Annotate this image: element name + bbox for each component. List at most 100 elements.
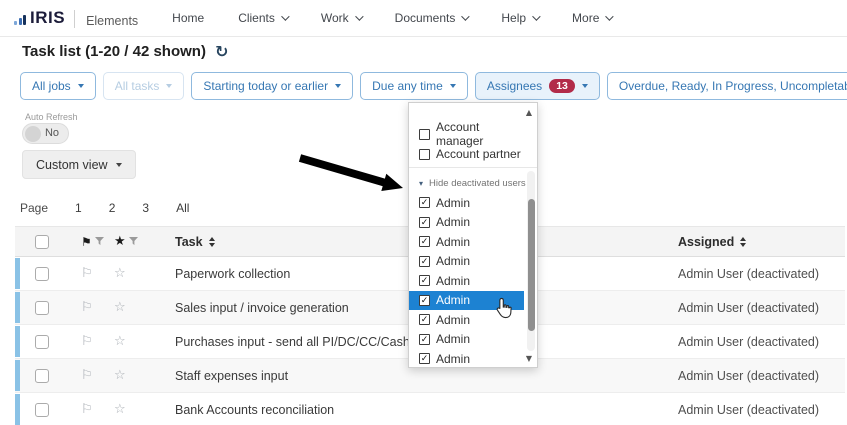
caret-down-icon (582, 84, 588, 88)
flag-filter-icon[interactable] (95, 237, 104, 246)
nav-item-help[interactable]: Help (501, 11, 538, 25)
row-status-stripe (15, 258, 20, 289)
dropdown-divider (409, 167, 537, 168)
annotation-arrow (295, 146, 410, 198)
iris-logo[interactable]: IRIS Elements (14, 8, 138, 28)
flag-outline-icon[interactable]: ⚐ (81, 368, 93, 383)
checkbox-unchecked (419, 129, 430, 140)
logo-divider (74, 10, 75, 28)
caret-down-icon (166, 84, 172, 88)
assignees-count-badge: 13 (549, 79, 575, 94)
toggle-knob (25, 126, 41, 142)
auto-refresh-toggle[interactable]: No (22, 123, 69, 144)
flag-outline-icon[interactable]: ⚐ (81, 402, 93, 417)
logo-product-name: Elements (86, 14, 138, 28)
assignees-dropdown: ▲ Account manager Account partner ▾ Hide… (408, 102, 538, 368)
flag-icon[interactable]: ⚑ (81, 235, 92, 249)
row-status-stripe (15, 394, 20, 425)
caret-down-icon (116, 163, 122, 167)
checkbox-checked: ✓ (419, 217, 430, 228)
hide-deactivated-users-toggle[interactable]: ▾ Hide deactivated users (409, 175, 526, 192)
iris-bars-icon (14, 15, 26, 28)
row-checkbox[interactable] (35, 403, 49, 417)
star-outline-icon[interactable]: ☆ (114, 334, 126, 349)
select-all-checkbox[interactable] (35, 235, 49, 249)
row-checkbox[interactable] (35, 267, 49, 281)
star-outline-icon[interactable]: ☆ (114, 266, 126, 281)
nav-item-documents[interactable]: Documents (395, 11, 468, 25)
star-outline-icon[interactable]: ☆ (114, 368, 126, 383)
star-filter-icon[interactable] (129, 237, 138, 246)
dropdown-item-admin[interactable]: ✓Admin (409, 252, 524, 272)
row-checkbox[interactable] (35, 369, 49, 383)
checkbox-checked: ✓ (419, 275, 430, 286)
dropdown-item-account-partner[interactable]: Account partner (409, 145, 524, 163)
sort-icon (209, 237, 215, 247)
flag-outline-icon[interactable]: ⚐ (81, 300, 93, 315)
dropdown-item-admin[interactable]: ✓Admin (409, 349, 524, 369)
pagination: Page 1 2 3 All (20, 201, 189, 215)
scroll-up-icon[interactable]: ▲ (526, 108, 532, 117)
dropdown-item-admin[interactable]: ✓Admin (409, 330, 524, 350)
assigned-user: Admin User (deactivated) (678, 325, 819, 358)
row-checkbox[interactable] (35, 335, 49, 349)
dropdown-item-admin[interactable]: ✓Admin (409, 213, 524, 233)
starting-filter-button[interactable]: Starting today or earlier (191, 72, 353, 100)
chevron-down-icon (606, 12, 614, 20)
chevron-down-icon (281, 12, 289, 20)
checkbox-checked: ✓ (419, 256, 430, 267)
nav-item-clients[interactable]: Clients (238, 11, 287, 25)
row-checkbox[interactable] (35, 301, 49, 315)
caret-down-icon (335, 84, 341, 88)
star-outline-icon[interactable]: ☆ (114, 300, 126, 315)
assigned-user: Admin User (deactivated) (678, 257, 819, 290)
due-filter-button[interactable]: Due any time (360, 72, 468, 100)
dropdown-item-admin[interactable]: ✓Admin (409, 193, 524, 213)
dropdown-item-account-manager[interactable]: Account manager (409, 125, 524, 143)
checkbox-checked: ✓ (419, 236, 430, 247)
star-icon[interactable]: ★ (114, 234, 126, 249)
assigned-user: Admin User (deactivated) (678, 291, 819, 324)
chevron-down-icon (532, 12, 540, 20)
flag-outline-icon[interactable]: ⚐ (81, 334, 93, 349)
assigned-column-header[interactable]: Assigned (678, 227, 746, 256)
chevron-down-icon (462, 12, 470, 20)
checkbox-unchecked (419, 149, 430, 160)
task-name[interactable]: Bank Accounts reconciliation (175, 393, 334, 425)
nav-item-work[interactable]: Work (321, 11, 361, 25)
nav-item-more[interactable]: More (572, 11, 611, 25)
auto-refresh-label: Auto Refresh (25, 112, 78, 122)
chevron-down-icon (355, 12, 363, 20)
nav-item-home[interactable]: Home (172, 11, 204, 25)
all-jobs-filter-button[interactable]: All jobs (20, 72, 96, 100)
section-caret-icon: ▾ (419, 179, 423, 188)
caret-down-icon (78, 84, 84, 88)
status-filter-button[interactable]: Overdue, Ready, In Progress, Uncompletab… (607, 72, 847, 100)
top-navigation: IRIS Elements Home Clients Work Document… (0, 0, 847, 37)
checkbox-checked: ✓ (419, 334, 430, 345)
toggle-value: No (45, 127, 59, 139)
scroll-down-icon[interactable]: ▼ (526, 354, 532, 363)
flag-outline-icon[interactable]: ⚐ (81, 266, 93, 281)
task-column-header[interactable]: Task (175, 227, 215, 256)
hand-cursor-icon (495, 297, 513, 319)
dropdown-item-admin[interactable]: ✓Admin (409, 232, 524, 252)
page-title: Task list (1-20 / 42 shown) (22, 43, 206, 60)
refresh-icon[interactable]: ↻ (215, 44, 228, 60)
page-all[interactable]: All (176, 201, 189, 215)
dropdown-scrollbar-thumb[interactable] (528, 199, 535, 331)
row-status-stripe (15, 292, 20, 323)
assignees-filter-button[interactable]: Assignees 13 (475, 72, 600, 100)
task-name[interactable]: Paperwork collection (175, 257, 290, 290)
table-row[interactable]: ⚐ ☆ Bank Accounts reconciliation Admin U… (15, 393, 845, 425)
task-name[interactable]: Staff expenses input (175, 359, 288, 392)
task-name[interactable]: Sales input / invoice generation (175, 291, 349, 324)
star-outline-icon[interactable]: ☆ (114, 402, 126, 417)
dropdown-item-admin[interactable]: ✓Admin (409, 271, 524, 291)
row-status-stripe (15, 326, 20, 357)
custom-view-button[interactable]: Custom view (22, 150, 136, 179)
page-number-1[interactable]: 1 (75, 201, 82, 215)
page-number-2[interactable]: 2 (109, 201, 116, 215)
page-number-3[interactable]: 3 (142, 201, 149, 215)
main-menu: Home Clients Work Documents Help More (172, 11, 611, 25)
